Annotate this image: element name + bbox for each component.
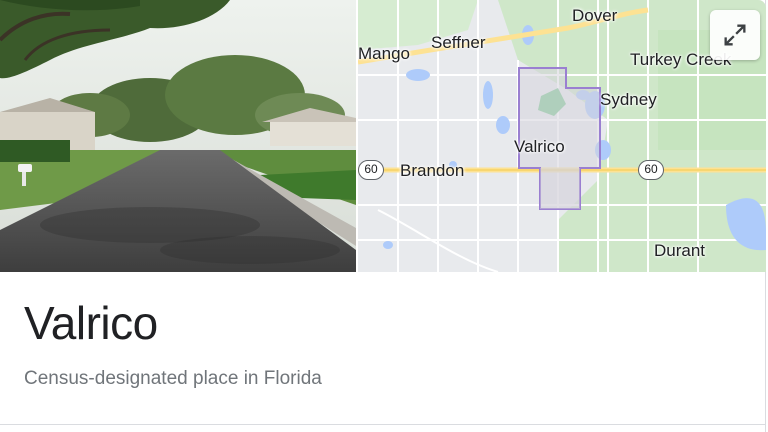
map-label-sydney: Sydney bbox=[600, 90, 657, 109]
route-60-shield-west: 60 bbox=[358, 160, 384, 180]
place-title: Valrico bbox=[24, 297, 158, 349]
map-label-durant: Durant bbox=[654, 241, 706, 260]
place-photo[interactable] bbox=[0, 0, 356, 272]
map-tiles bbox=[358, 0, 766, 272]
route-60-shield-east: 60 bbox=[638, 160, 664, 180]
map-label-mango: Mango bbox=[358, 44, 410, 63]
map-label-dover: Dover bbox=[572, 6, 618, 25]
place-subtitle: Census-designated place in Florida bbox=[24, 368, 322, 389]
map-label-seffner: Seffner bbox=[431, 33, 486, 52]
expand-map-button[interactable] bbox=[710, 10, 760, 60]
location-map[interactable]: Dover Seffner Mango Turkey Creek Sydney … bbox=[358, 0, 766, 272]
divider bbox=[0, 424, 766, 425]
map-label-valrico: Valrico bbox=[514, 137, 565, 156]
expand-icon bbox=[724, 24, 746, 46]
knowledge-panel-card: Dover Seffner Mango Turkey Creek Sydney … bbox=[0, 0, 766, 432]
media-strip: Dover Seffner Mango Turkey Creek Sydney … bbox=[0, 0, 766, 272]
map-label-brandon: Brandon bbox=[400, 161, 465, 180]
street-photo-image bbox=[0, 0, 356, 272]
